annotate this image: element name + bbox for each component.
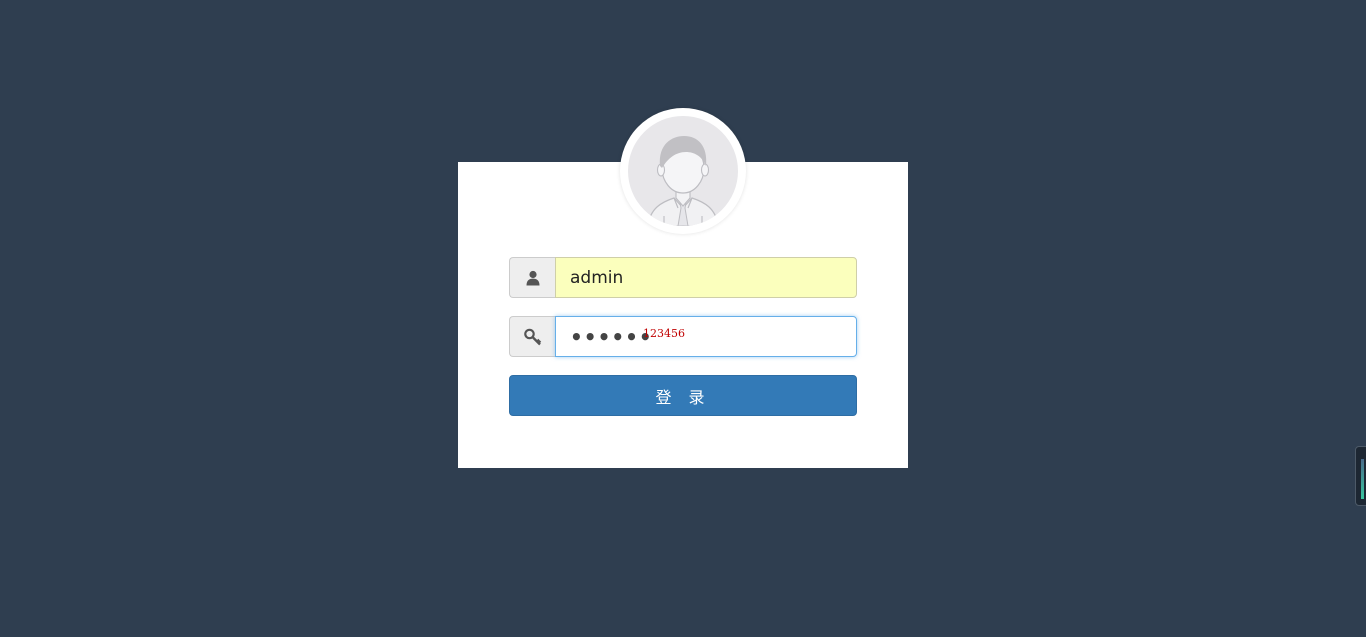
password-hint-text: 123456 (643, 327, 685, 340)
side-floating-widget[interactable] (1355, 446, 1366, 506)
username-input[interactable] (555, 257, 857, 298)
username-group (509, 257, 857, 298)
password-addon (509, 316, 555, 357)
person-silhouette-icon (647, 136, 719, 226)
avatar-image (628, 116, 738, 226)
user-icon (526, 270, 539, 285)
login-button[interactable]: 登 录 (509, 375, 857, 416)
avatar (620, 108, 746, 234)
password-input[interactable] (555, 316, 857, 357)
username-addon (509, 257, 555, 298)
key-icon (523, 328, 541, 345)
side-widget-bar (1361, 459, 1364, 499)
